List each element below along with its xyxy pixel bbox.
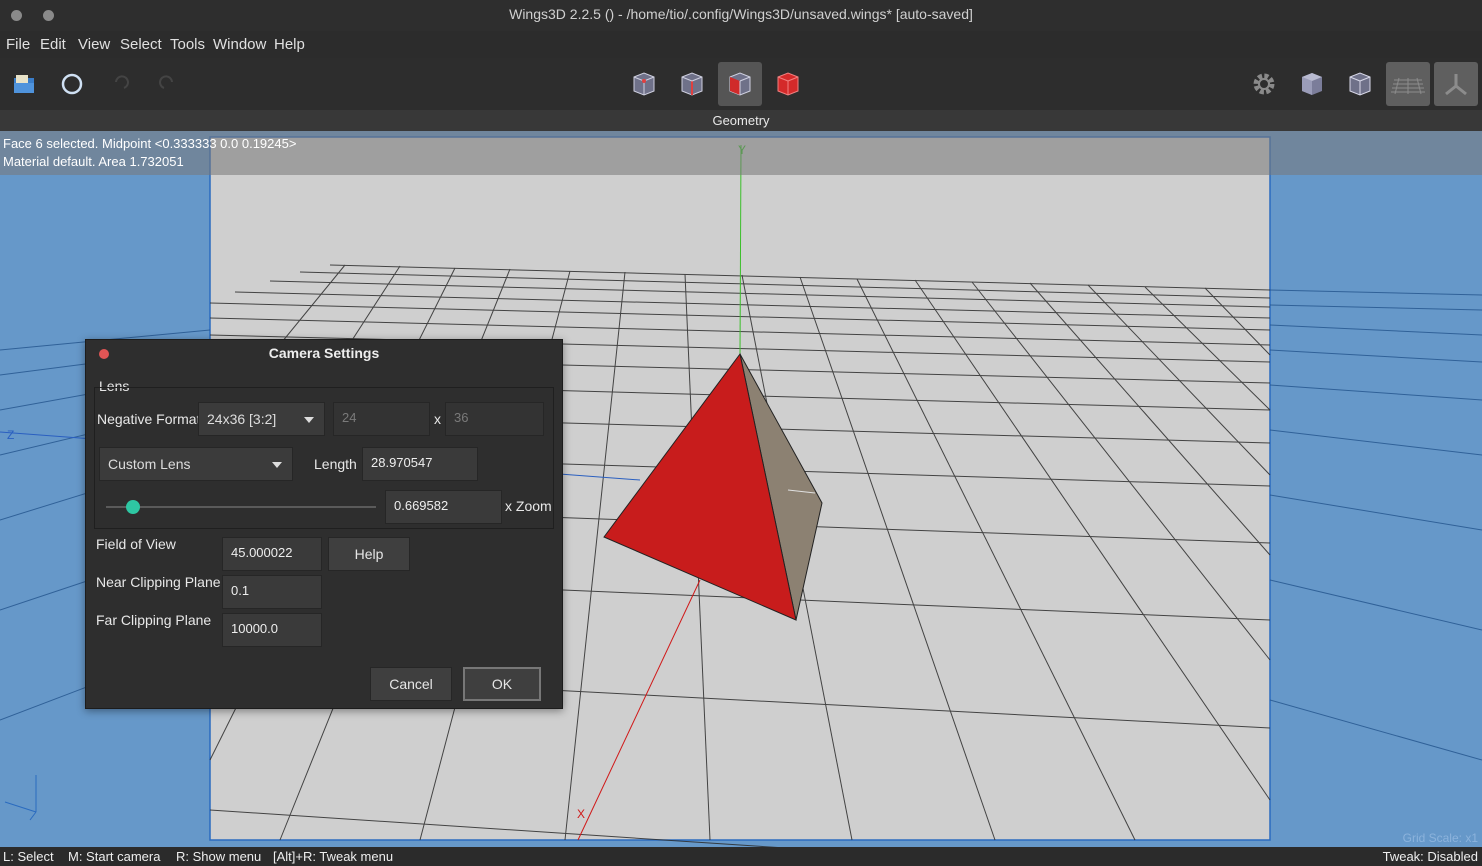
grid-scale-label: Grid Scale: x1 (1402, 831, 1478, 845)
camera-settings-dialog: Camera Settings Lens Negative Format 24x… (85, 339, 563, 709)
near-clipping-label: Near Clipping Plane (96, 574, 221, 590)
length-field[interactable]: 28.970547 (362, 447, 478, 481)
window-title: Wings3D 2.2.5 () - /home/tio/.config/Win… (509, 6, 973, 22)
length-label: Length (314, 456, 357, 472)
edge-mode-icon[interactable] (670, 62, 714, 106)
wireframe-shading-icon[interactable] (1338, 62, 1382, 106)
menu-bar: File Edit View Select Tools Window Help (0, 31, 1482, 58)
redo-icon[interactable] (146, 62, 190, 106)
menu-window[interactable]: Window (213, 36, 266, 53)
status-tweak-state: Tweak: Disabled (1382, 849, 1478, 864)
info-line-2: Material default. Area 1.732051 (3, 154, 184, 169)
face-mode-icon[interactable] (718, 62, 762, 106)
toolbar (0, 58, 1482, 110)
undo-icon[interactable] (98, 62, 142, 106)
status-menu-hint: R: Show menu (176, 849, 262, 864)
vertex-mode-icon[interactable] (622, 62, 666, 106)
smooth-shading-icon[interactable] (1290, 62, 1334, 106)
geometry-window-title: Geometry (0, 110, 1482, 131)
menu-help[interactable]: Help (274, 36, 305, 53)
negative-format-label: Negative Format (97, 411, 201, 427)
lens-type-select[interactable]: Custom Lens (99, 447, 293, 481)
zoom-slider-track[interactable] (106, 506, 376, 508)
zoom-slider-handle[interactable] (126, 500, 140, 514)
menu-file[interactable]: File (6, 36, 30, 53)
chevron-down-icon (272, 462, 282, 468)
status-tweak-menu-hint: [Alt]+R: Tweak menu (273, 849, 394, 864)
near-clipping-field[interactable]: 0.1 (222, 575, 322, 609)
lens-type-value: Custom Lens (108, 456, 191, 472)
field-of-view-label: Field of View (96, 536, 176, 552)
mini-axes (4, 775, 37, 821)
field-of-view-field[interactable]: 45.000022 (222, 537, 322, 571)
zoom-label: x Zoom (505, 498, 552, 514)
save-icon[interactable] (50, 62, 94, 106)
negative-format-select[interactable]: 24x36 [3:2] (198, 402, 325, 436)
help-button[interactable]: Help (328, 537, 410, 571)
format-height-field[interactable]: 36 (445, 402, 544, 436)
far-clipping-field[interactable]: 10000.0 (222, 613, 322, 647)
ground-plane-icon[interactable] (1386, 62, 1430, 106)
axes-icon[interactable] (1434, 62, 1478, 106)
title-bar: Wings3D 2.2.5 () - /home/tio/.config/Win… (0, 0, 1482, 31)
chevron-down-icon (304, 417, 314, 423)
menu-edit[interactable]: Edit (40, 36, 66, 53)
negative-format-value: 24x36 [3:2] (207, 411, 277, 427)
cancel-button[interactable]: Cancel (370, 667, 452, 701)
status-bar: L: Select M: Start camera R: Show menu [… (0, 847, 1482, 866)
format-x-separator: x (434, 411, 441, 427)
selection-info-panel: Face 6 selected. Midpoint <0.333333 0.0 … (0, 131, 1482, 175)
z-axis-label: Z (7, 428, 15, 442)
settings-gear-icon[interactable] (1242, 62, 1286, 106)
menu-select[interactable]: Select (120, 36, 162, 53)
format-width-field[interactable]: 24 (333, 402, 430, 436)
status-select-hint: L: Select (3, 849, 54, 864)
zoom-field[interactable]: 0.669582 (385, 490, 502, 524)
far-clipping-label: Far Clipping Plane (96, 612, 212, 628)
menu-tools[interactable]: Tools (170, 36, 205, 53)
open-file-icon[interactable] (2, 62, 46, 106)
status-camera-hint: M: Start camera (68, 849, 161, 864)
x-axis-label: X (577, 807, 586, 821)
dialog-title: Camera Settings (268, 345, 380, 361)
ok-button[interactable]: OK (463, 667, 541, 701)
body-mode-icon[interactable] (766, 62, 810, 106)
menu-view[interactable]: View (78, 36, 110, 53)
info-line-1: Face 6 selected. Midpoint <0.333333 0.0 … (3, 136, 297, 151)
